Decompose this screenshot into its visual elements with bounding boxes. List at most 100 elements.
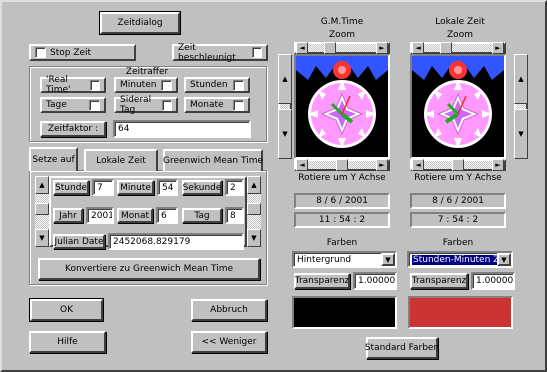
left-transparenz-input[interactable]: 1.00000	[353, 272, 397, 290]
monat-input[interactable]: 6	[156, 207, 178, 224]
lokale-clock-view[interactable]	[410, 54, 506, 159]
right-rotate-label: Rotiere um Y Achse	[414, 173, 502, 183]
scroll-thumb[interactable]	[35, 203, 49, 215]
left-farben-label: Farben	[326, 238, 358, 248]
scroll-thumb[interactable]	[452, 159, 464, 171]
real-time-checkbox[interactable]: 'Real Time'	[40, 75, 106, 95]
real-time-box[interactable]	[89, 79, 100, 91]
minuten-checkbox[interactable]: Minuten	[114, 77, 178, 93]
scroll-up-icon[interactable]: ▲	[514, 54, 528, 104]
tab-setze-auf[interactable]: Setze auf	[29, 147, 78, 171]
tab-lokale-zeit[interactable]: Lokale Zeit	[84, 149, 158, 171]
scroll-right-icon[interactable]: ►	[492, 159, 504, 171]
right-zoom-scrollbar[interactable]: ◄ ►	[410, 42, 506, 54]
scroll-track	[412, 44, 504, 52]
minute-input[interactable]: 54	[157, 179, 178, 196]
zeitdialog-button[interactable]: Zeitdialog	[99, 11, 181, 35]
scroll-track	[296, 44, 388, 52]
lokale-date-display: 8 / 6 / 2001	[410, 193, 506, 209]
gmt-title: G.M.Time	[320, 17, 364, 27]
right-transparenz-label: Transparenz	[410, 273, 468, 289]
zoom-thumb[interactable]	[440, 42, 452, 54]
ok-button[interactable]: OK	[29, 298, 104, 322]
zeit-beschleunigt-checkbox[interactable]: Zeit beschleunigt	[172, 43, 268, 63]
left-vert-scrollbar[interactable]: ▲ ▼	[278, 54, 292, 159]
scroll-down-icon[interactable]: ▼	[278, 109, 292, 159]
right-zoom-label: Zoom	[447, 30, 473, 40]
right-farben-label: Farben	[442, 238, 474, 248]
zoom-right-icon[interactable]: ►	[376, 42, 388, 54]
julian-date-label: Julian Date	[53, 234, 105, 249]
hilfe-button[interactable]: Hilfe	[29, 331, 106, 353]
setter-scrollbar-left[interactable]: ▲ ▼	[35, 176, 49, 247]
monate-box[interactable]	[233, 99, 244, 111]
tage-checkbox[interactable]: Tage	[40, 97, 106, 113]
standard-farben-button[interactable]: Standard Farben	[365, 337, 439, 359]
chevron-down-icon[interactable]: ▼	[381, 253, 395, 266]
jahr-input[interactable]: 2001	[86, 207, 114, 224]
scroll-thumb[interactable]	[336, 159, 348, 171]
stunden-checkbox[interactable]: Stunden	[184, 77, 250, 93]
tage-box[interactable]	[89, 99, 100, 111]
zoom-left-icon[interactable]: ◄	[296, 42, 308, 54]
stop-zeit-box[interactable]	[35, 47, 46, 58]
monate-checkbox[interactable]: Monate	[184, 97, 250, 113]
stop-zeit-checkbox[interactable]: Stop Zeit	[29, 44, 136, 61]
clock-icon	[296, 56, 388, 157]
zoom-left-icon[interactable]: ◄	[412, 42, 424, 54]
zeitfaktor-input[interactable]: 64	[113, 120, 251, 138]
right-farben-dropdown[interactable]: Stunden-Minuten Zahn ▼	[407, 251, 513, 268]
clock-icon	[412, 56, 504, 157]
right-color-swatch[interactable]	[408, 296, 513, 329]
scroll-down-icon[interactable]: ▼	[514, 109, 528, 159]
sekunde-label: Sekunde	[182, 180, 222, 195]
gmt-clock-view[interactable]	[294, 54, 390, 159]
jahr-label: Jahr	[53, 208, 83, 223]
minuten-box[interactable]	[161, 79, 172, 91]
left-bottom-scrollbar[interactable]: ◄ ►	[294, 159, 390, 171]
scroll-right-icon[interactable]: ►	[376, 159, 388, 171]
left-zoom-label: Zoom	[329, 30, 355, 40]
lokale-time-display: 7 : 54 : 2	[410, 212, 506, 228]
scroll-down-icon[interactable]: ▼	[247, 229, 261, 247]
scroll-down-icon[interactable]: ▼	[35, 229, 49, 247]
monat-label: Monat	[117, 208, 153, 223]
zoom-thumb[interactable]	[324, 42, 336, 54]
abbruch-button[interactable]: Abbruch	[191, 299, 267, 321]
gmt-date-display: 8 / 6 / 2001	[294, 193, 390, 209]
konvertiere-button[interactable]: Konvertiere zu Greenwich Mean Time	[38, 258, 260, 280]
scroll-thumb[interactable]	[247, 203, 261, 215]
left-zoom-scrollbar[interactable]: ◄ ►	[294, 42, 390, 54]
sideral-tag-checkbox[interactable]: Sideral Tag	[114, 95, 178, 115]
scroll-left-icon[interactable]: ◄	[296, 159, 308, 171]
left-farben-dropdown[interactable]: Hintergrund ▼	[292, 251, 397, 268]
scroll-up-icon[interactable]: ▲	[247, 176, 261, 194]
tag-input[interactable]: 8	[225, 207, 244, 224]
left-rotate-label: Rotiere um Y Achse	[298, 173, 386, 183]
left-transparenz-label: Transparenz	[294, 273, 350, 289]
minute-label: Minute	[117, 180, 154, 195]
gmt-time-display: 11 : 54 : 2	[294, 212, 390, 228]
chevron-down-icon[interactable]: ▼	[497, 253, 511, 266]
sideral-tag-box[interactable]	[162, 99, 172, 111]
stunden-box[interactable]	[233, 79, 244, 91]
left-color-swatch[interactable]	[292, 296, 397, 329]
scroll-up-icon[interactable]: ▲	[35, 176, 49, 194]
julian-date-input[interactable]: 2452068.829179	[108, 233, 244, 250]
setter-scrollbar-right[interactable]: ▲ ▼	[247, 176, 261, 247]
tab-gmt[interactable]: Greenwich Mean Time	[163, 149, 263, 171]
stunde-input[interactable]: 7	[92, 179, 114, 196]
right-transparenz-input[interactable]: 1.00000	[471, 272, 515, 290]
zeit-beschleunigt-box[interactable]	[251, 47, 262, 58]
right-bottom-scrollbar[interactable]: ◄ ►	[410, 159, 506, 171]
scroll-up-icon[interactable]: ▲	[278, 54, 292, 104]
sekunde-input[interactable]: 2	[225, 179, 244, 196]
right-vert-scrollbar[interactable]: ▲ ▼	[514, 54, 528, 159]
zoom-right-icon[interactable]: ►	[492, 42, 504, 54]
scroll-left-icon[interactable]: ◄	[412, 159, 424, 171]
zeitraffer-label: Zeitraffer	[125, 66, 169, 77]
weniger-button[interactable]: << Weniger	[191, 331, 267, 353]
zeitfaktor-button[interactable]: Zeitfaktor :	[40, 121, 106, 137]
color-fill	[294, 298, 395, 327]
stunde-label: Stunde	[53, 180, 89, 195]
